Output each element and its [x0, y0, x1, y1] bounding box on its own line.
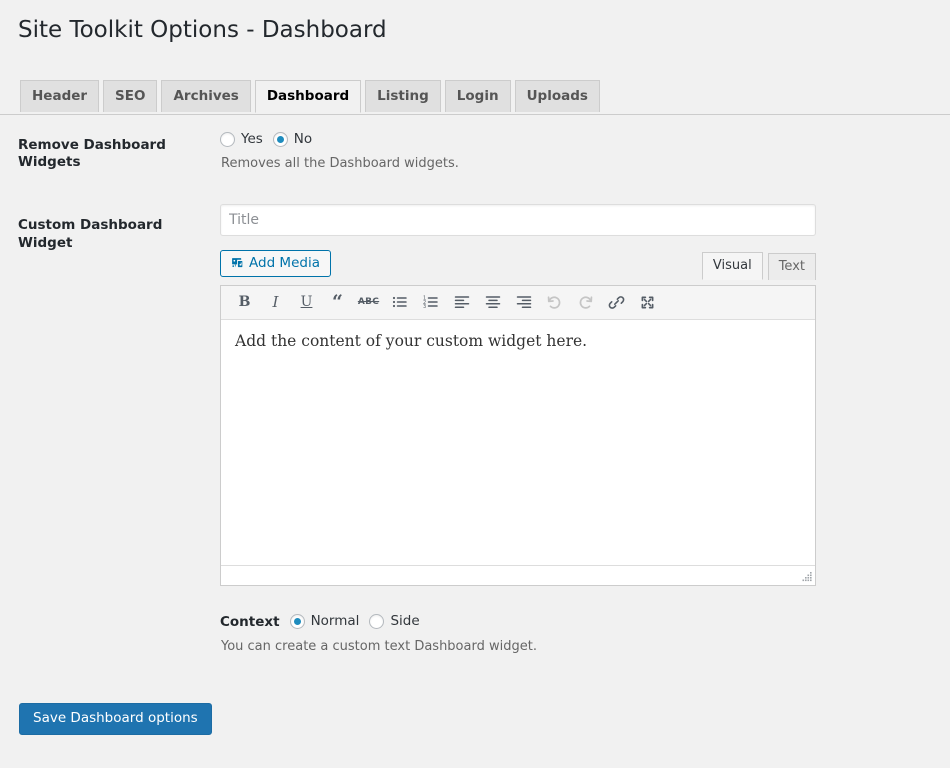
context-row: Context Normal Side — [220, 614, 920, 630]
context-label: Context — [220, 613, 280, 630]
strikethrough-icon[interactable]: ABC — [353, 288, 384, 316]
remove-widgets-field: Yes No Removes all the Dashboard widgets. — [220, 115, 930, 192]
radio-label: Normal — [310, 613, 360, 630]
row-remove-dashboard-widgets: Remove Dashboard Widgets Yes No Removes a… — [0, 115, 930, 192]
remove-widgets-radio-group: Yes No — [220, 130, 920, 147]
tab-uploads[interactable]: Uploads — [514, 79, 600, 113]
context-option-normal[interactable]: Normal — [289, 613, 360, 630]
radio-button[interactable] — [289, 614, 305, 630]
settings-tab-bar: Header SEO Archives Dashboard Listing Login Up… — [0, 79, 950, 115]
tab-dashboard[interactable]: Dashboard — [254, 79, 362, 114]
submit-wrap: Save Dashboard options — [0, 671, 950, 736]
tab-archives[interactable]: Archives — [161, 79, 251, 113]
tab-header[interactable]: Header — [20, 79, 100, 113]
media-buttons: Add Media — [220, 249, 331, 277]
align-center-icon[interactable] — [477, 288, 508, 316]
remove-widgets-option-no[interactable]: No — [272, 130, 313, 147]
radio-button[interactable] — [272, 131, 288, 147]
bold-icon[interactable]: B — [229, 288, 260, 316]
editor-mode-tabs: Visual Text — [697, 251, 816, 280]
context-radio-group: Normal Side — [289, 613, 430, 630]
editor-resize-handle[interactable] — [799, 570, 813, 584]
page-title: Site Toolkit Options - Dashboard — [18, 17, 387, 43]
svg-text:3: 3 — [423, 305, 426, 311]
redo-icon — [570, 288, 601, 316]
remove-widgets-description: Removes all the Dashboard widgets. — [221, 155, 459, 171]
align-right-icon[interactable] — [508, 288, 539, 316]
context-option-side[interactable]: Side — [369, 613, 420, 630]
radio-label: No — [293, 130, 313, 147]
row-custom-dashboard-widget: Custom Dashboard Widget Title Add Media … — [0, 192, 930, 671]
numbered-list-icon[interactable]: 123 — [415, 288, 446, 316]
editor-tab-text[interactable]: Text — [767, 252, 816, 280]
tab-seo[interactable]: SEO — [103, 79, 158, 113]
editor-statusbar — [221, 564, 815, 585]
radio-button[interactable] — [220, 131, 235, 147]
link-icon[interactable] — [601, 288, 632, 316]
wp-editor-wrap: Add Media Visual Text B I U “ABC 1 2 3 Add the … — [220, 249, 816, 586]
add-media-label: Add Media — [249, 254, 320, 271]
custom-widget-label: Custom Dashboard Widget — [18, 216, 163, 251]
context-description: You can create a custom text Dashboard w… — [221, 638, 537, 654]
fullscreen-icon[interactable] — [632, 288, 663, 316]
italic-icon[interactable]: I — [260, 288, 291, 316]
add-media-button[interactable]: Add Media — [220, 249, 331, 277]
align-left-icon[interactable] — [446, 288, 477, 316]
tab-login[interactable]: Login — [444, 79, 511, 113]
settings-form-table: Remove Dashboard Widgets Yes No Removes a… — [0, 115, 930, 671]
custom-widget-field: Add Media VisualText BIU“ABC 123 Add the … — [220, 192, 930, 671]
radio-label: Yes — [241, 130, 263, 147]
widget-title-input[interactable] — [220, 203, 816, 236]
save-dashboard-options-button[interactable]: Save Dashboard options — [19, 703, 212, 736]
editor-toolbar: B I U “ABC 1 2 3 — [221, 285, 815, 320]
radio-label: Side — [390, 613, 420, 630]
editor-tab-visual[interactable]: Visual — [701, 251, 763, 280]
editor-edit-area[interactable]: Add the content of your custom widget he… — [221, 319, 815, 565]
radio-button[interactable] — [369, 614, 385, 630]
underline-icon[interactable]: U — [291, 288, 322, 316]
remove-widgets-label: Remove Dashboard Widgets — [18, 136, 166, 171]
tab-listing[interactable]: Listing — [365, 79, 441, 113]
remove-widgets-option-yes[interactable]: Yes — [220, 130, 263, 147]
editor-content-text: Add the content of your custom widget he… — [235, 331, 588, 350]
wp-editor-container: B I U “ABC 1 2 3 Add the content of your custo… — [220, 284, 816, 586]
bulleted-list-icon[interactable] — [384, 288, 415, 316]
undo-icon — [539, 288, 570, 316]
media-icon — [230, 256, 244, 270]
blockquote-icon[interactable]: “ — [322, 288, 353, 316]
